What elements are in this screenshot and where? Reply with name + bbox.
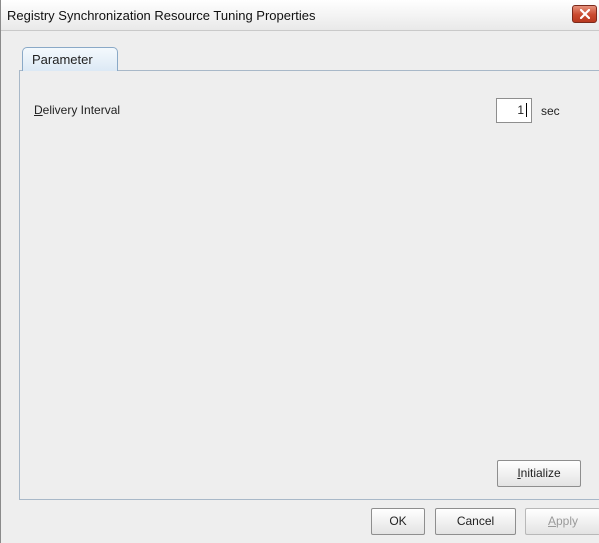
tab-parameter-label: Parameter [32,52,93,67]
close-icon [580,9,590,19]
properties-dialog: Registry Synchronization Resource Tuning… [0,0,599,543]
apply-mnemonic: A [547,514,556,528]
delivery-interval-mnemonic: D [34,103,43,117]
delivery-interval-value: 1 [517,103,524,117]
delivery-interval-label: Delivery Interval [34,103,120,117]
window-title: Registry Synchronization Resource Tuning… [7,8,316,23]
ok-button[interactable]: OK [371,508,425,535]
initialize-button[interactable]: Initialize [497,460,581,487]
title-bar[interactable]: Registry Synchronization Resource Tuning… [1,0,599,31]
apply-button[interactable]: Apply [525,508,599,535]
delivery-interval-unit: sec [541,104,560,118]
parameter-panel [19,70,599,500]
close-button[interactable] [572,5,597,23]
tab-parameter[interactable]: Parameter [22,47,118,71]
delivery-interval-label-text: elivery Interval [42,103,121,117]
cancel-button[interactable]: Cancel [435,508,516,535]
apply-label: pply [556,514,579,528]
delivery-interval-input[interactable]: 1 [496,98,532,123]
initialize-label: nitialize [520,466,561,480]
text-caret [526,103,527,117]
